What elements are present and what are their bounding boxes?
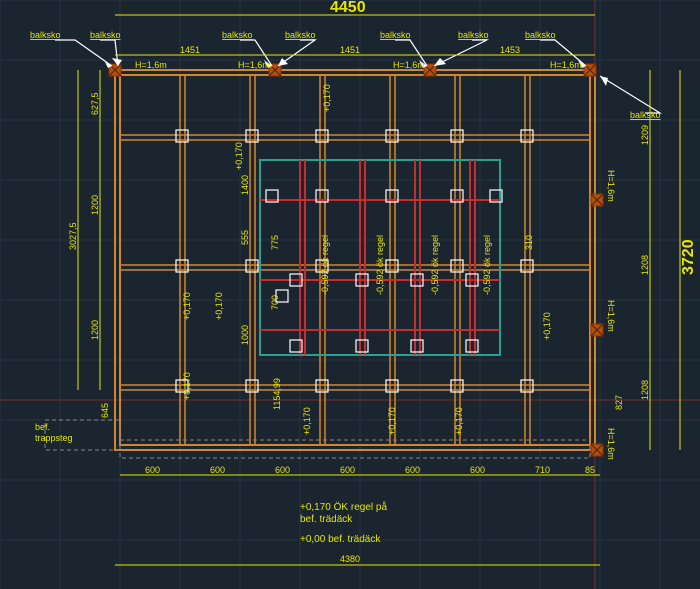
svg-text:-0,592 ök regel: -0,592 ök regel [430, 235, 440, 295]
balksko-label: balksko [90, 30, 121, 40]
h16-right: H=1,6m [606, 428, 616, 460]
svg-text:710: 710 [535, 465, 550, 475]
svg-text:+0,00 bef. trädäck: +0,00 bef. trädäck [300, 534, 381, 545]
svg-text:-0,592 ök regel: -0,592 ök regel [482, 235, 492, 295]
dim-right-small: 827 [614, 395, 624, 410]
svg-text:600: 600 [210, 465, 225, 475]
svg-text:+0,170: +0,170 [454, 407, 464, 435]
svg-text:600: 600 [340, 465, 355, 475]
svg-text:+0,170: +0,170 [182, 292, 192, 320]
dim-left-small: 645 [100, 403, 110, 418]
dim-left-span: 1200 [90, 320, 100, 340]
bef-trappsteg [45, 420, 590, 458]
balksko-label: balksko [30, 30, 61, 40]
posts [176, 130, 533, 392]
svg-text:600: 600 [405, 465, 420, 475]
svg-text:+0,170: +0,170 [322, 84, 332, 112]
dim-right-span: 1209 [640, 125, 650, 145]
balksko-label: balksko [525, 30, 556, 40]
dim-top-main: 4450 [330, 0, 366, 16]
dim-inner: 1000 [240, 325, 250, 345]
dim-left-total: 3027,5 [68, 222, 78, 250]
h16-label: H=1,6m [135, 60, 167, 70]
h16-label: H=1,6m [393, 60, 425, 70]
notes: +0,170 ÖK regel på bef. trädäck +0,00 be… [300, 501, 387, 545]
right-dimensions: 3720 1209 1208 1208 827 [614, 70, 697, 450]
plus-labels: +0,170 +0,170 +0,170 +0,170 +0,170 +0,17… [182, 84, 552, 435]
svg-text:+0,170: +0,170 [234, 142, 244, 170]
left-dimensions: 3027,5 627,5 1200 1200 645 [68, 70, 110, 418]
balksko-label: balksko [458, 30, 489, 40]
dim-bottom-main: 4380 [340, 554, 360, 564]
dim-inner: 555 [240, 230, 250, 245]
h16-label: H=1,6m [550, 60, 582, 70]
bef-trappsteg-label: bef. [35, 422, 50, 432]
h16-label: H=1,6m [238, 60, 270, 70]
dim-right-small: 310 [524, 235, 534, 250]
dim-inner-l2: 1154,99 [272, 378, 282, 410]
svg-text:bef. trädäck: bef. trädäck [300, 514, 353, 525]
svg-text:-0,592 ök regel: -0,592 ök regel [320, 235, 330, 295]
dim-top-span: 1451 [180, 45, 200, 55]
svg-text:+0,170: +0,170 [542, 312, 552, 340]
svg-text:600: 600 [470, 465, 485, 475]
dim-inner: 775 [270, 235, 280, 250]
svg-text:+0,170: +0,170 [214, 292, 224, 320]
dim-left-span: 1200 [90, 195, 100, 215]
svg-text:+0,170: +0,170 [387, 407, 397, 435]
dim-inner: 700 [270, 295, 280, 310]
svg-text:+0,170 ÖK regel på: +0,170 ÖK regel på [300, 501, 387, 513]
dim-top-span: 1451 [340, 45, 360, 55]
bef-trappsteg-label: trappsteg [35, 433, 73, 443]
svg-text:85: 85 [585, 465, 595, 475]
balksko-label: balksko [630, 110, 661, 120]
cad-drawing: H=1,6m H=1,6m H=1,6m H=1,6m H=1,6m H=1,6… [0, 0, 700, 589]
dim-right-span: 1208 [640, 255, 650, 275]
svg-text:+0,170: +0,170 [182, 372, 192, 400]
balksko-label: balksko [222, 30, 253, 40]
svg-text:600: 600 [275, 465, 290, 475]
dim-top-span: 1453 [500, 45, 520, 55]
top-dimensions: 4450 1451 1451 1453 [115, 0, 595, 55]
svg-text:-0,592 ök regel: -0,592 ök regel [375, 235, 385, 295]
dim-right-main: 3720 [680, 239, 697, 275]
dim-right-span: 1208 [640, 380, 650, 400]
dim-left-span: 627,5 [90, 92, 100, 115]
h16-right: H=1,6m [606, 170, 616, 202]
balksko-label: balksko [285, 30, 316, 40]
balksko-label: balksko [380, 30, 411, 40]
svg-text:600: 600 [145, 465, 160, 475]
h16-right: H=1,6m [606, 300, 616, 332]
svg-text:+0,170: +0,170 [302, 407, 312, 435]
dim-inner: 1400 [240, 175, 250, 195]
